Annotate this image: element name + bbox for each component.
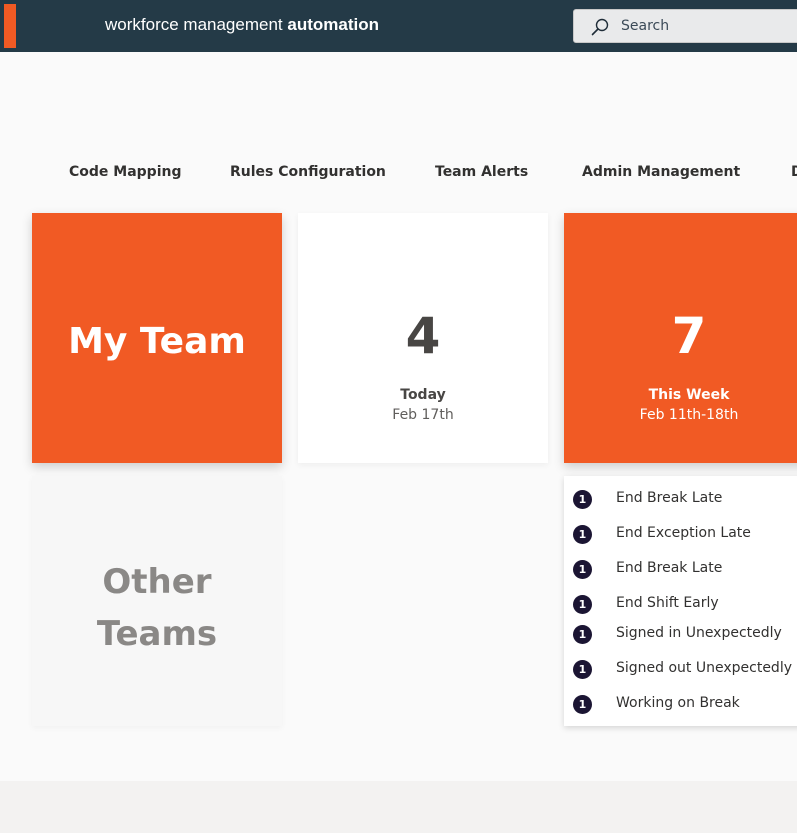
alert-row[interactable]: 1 End Break Late — [564, 557, 797, 581]
search-box[interactable]: Search — [573, 9, 797, 43]
nav-rules-configuration[interactable]: Rules Configuration — [230, 164, 386, 180]
alert-count-badge: 1 — [573, 595, 592, 614]
alert-count-badge: 1 — [573, 560, 592, 579]
today-tile[interactable]: 4 Today Feb 17th — [298, 213, 548, 463]
brand-accent — [4, 4, 16, 48]
main-nav: Code Mapping Rules Configuration Team Al… — [0, 164, 797, 184]
my-team-tile[interactable]: My Team — [32, 213, 282, 463]
alert-label: End Shift Early — [616, 595, 719, 611]
alert-row[interactable]: 1 End Break Late — [564, 487, 797, 511]
other-teams-label: Other Teams — [32, 556, 282, 660]
alert-label: Signed out Unexpectedly — [616, 660, 792, 676]
other-teams-tile[interactable]: Other Teams — [32, 476, 282, 726]
alert-row[interactable]: 1 Working on Break — [564, 692, 797, 716]
top-bar: workforce management automation Search — [0, 0, 797, 52]
search-icon — [591, 18, 609, 36]
alert-row[interactable]: 1 Signed out Unexpectedly — [564, 657, 797, 681]
alert-count-badge: 1 — [573, 695, 592, 714]
app-title-light: workforce management — [105, 15, 288, 34]
other-teams-line-1: Other — [102, 562, 212, 602]
this-week-caption: This Week — [648, 387, 730, 403]
nav-admin-management[interactable]: Admin Management — [582, 164, 740, 180]
alerts-list: 1 End Break Late 1 End Exception Late 1 … — [564, 476, 797, 726]
my-team-label: My Team — [68, 321, 246, 362]
nav-team-alerts[interactable]: Team Alerts — [435, 164, 528, 180]
footer — [0, 781, 797, 833]
alert-label: Working on Break — [616, 695, 740, 711]
alert-count-badge: 1 — [573, 660, 592, 679]
alert-label: Signed in Unexpectedly — [616, 625, 782, 641]
nav-code-mapping[interactable]: Code Mapping — [69, 164, 182, 180]
alert-count-badge: 1 — [573, 490, 592, 509]
alert-count-badge: 1 — [573, 625, 592, 644]
alert-label: End Break Late — [616, 490, 723, 506]
app-title[interactable]: workforce management automation — [105, 15, 379, 35]
search-input[interactable]: Search — [621, 18, 669, 34]
today-date: Feb 17th — [392, 407, 454, 423]
nav-item-truncated[interactable]: D — [791, 164, 797, 180]
app-title-bold: automation — [287, 15, 379, 34]
alert-row[interactable]: 1 End Shift Early — [564, 592, 797, 616]
this-week-date: Feb 11th-18th — [639, 407, 739, 423]
this-week-count: 7 — [671, 307, 707, 365]
alert-row[interactable]: 1 End Exception Late — [564, 522, 797, 546]
other-teams-line-2: Teams — [96, 614, 218, 654]
page: workforce management automation Search C… — [0, 0, 797, 833]
today-count: 4 — [405, 307, 441, 365]
alert-row[interactable]: 1 Signed in Unexpectedly — [564, 622, 797, 646]
this-week-tile[interactable]: 7 This Week Feb 11th-18th — [564, 213, 797, 463]
today-caption: Today — [400, 387, 446, 403]
alert-label: End Break Late — [616, 560, 723, 576]
alert-label: End Exception Late — [616, 525, 751, 541]
alert-count-badge: 1 — [573, 525, 592, 544]
